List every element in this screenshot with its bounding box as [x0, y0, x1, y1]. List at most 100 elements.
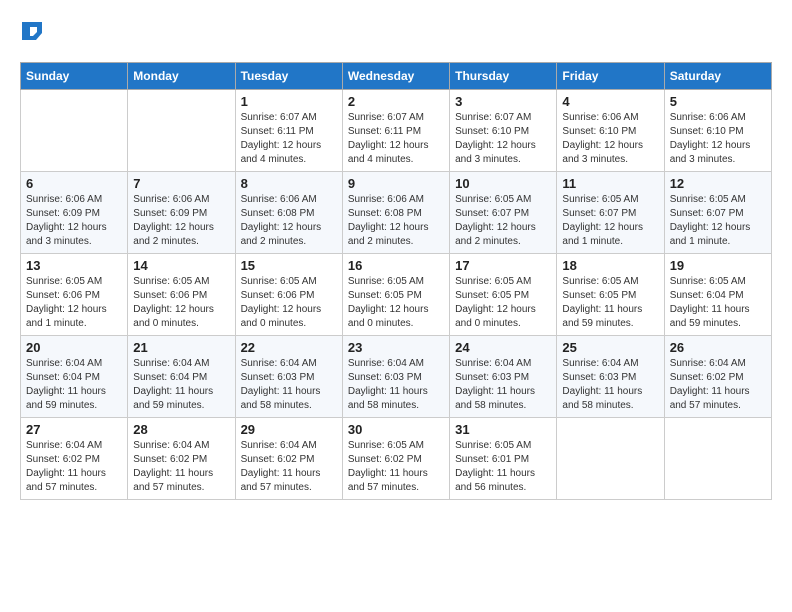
day-info: Sunrise: 6:06 AM Sunset: 6:10 PM Dayligh…	[562, 111, 658, 167]
day-number: 11	[562, 176, 658, 191]
day-number: 16	[348, 258, 444, 273]
day-number: 28	[133, 422, 229, 437]
day-info: Sunrise: 6:05 AM Sunset: 6:04 PM Dayligh…	[670, 275, 766, 331]
calendar-header-row: SundayMondayTuesdayWednesdayThursdayFrid…	[21, 63, 772, 90]
day-number: 19	[670, 258, 766, 273]
calendar-weekday-header: Monday	[128, 63, 235, 90]
day-info: Sunrise: 6:06 AM Sunset: 6:09 PM Dayligh…	[26, 193, 122, 249]
calendar-cell: 8Sunrise: 6:06 AM Sunset: 6:08 PM Daylig…	[235, 172, 342, 254]
day-number: 10	[455, 176, 551, 191]
calendar-cell: 1 Sunrise: 6:07 AM Sunset: 6:11 PM Daylig…	[235, 90, 342, 172]
day-info: Sunrise: 6:05 AM Sunset: 6:06 PM Dayligh…	[241, 275, 337, 331]
day-number: 13	[26, 258, 122, 273]
calendar-cell: 16 Sunrise: 6:05 AM Sunset: 6:05 PM Dayli…	[342, 254, 449, 336]
day-info: Sunrise: 6:05 AM Sunset: 6:06 PM Dayligh…	[26, 275, 122, 331]
calendar-week-row: 27 Sunrise: 6:04 AM Sunset: 6:02 PM Dayli…	[21, 418, 772, 500]
day-info: Sunrise: 6:04 AM Sunset: 6:02 PM Dayligh…	[133, 439, 229, 495]
day-info: Sunrise: 6:05 AM Sunset: 6:07 PM Dayligh…	[670, 193, 766, 249]
calendar-cell: 6 Sunrise: 6:06 AM Sunset: 6:09 PM Daylig…	[21, 172, 128, 254]
calendar-cell: 4 Sunrise: 6:06 AM Sunset: 6:10 PM Daylig…	[557, 90, 664, 172]
day-number: 3	[455, 94, 551, 109]
day-number: 26	[670, 340, 766, 355]
day-info: Sunrise: 6:04 AM Sunset: 6:03 PM Dayligh…	[241, 357, 337, 413]
calendar-cell: 24 Sunrise: 6:04 AM Sunset: 6:03 PM Dayli…	[450, 336, 557, 418]
day-number: 18	[562, 258, 658, 273]
calendar-cell: 19 Sunrise: 6:05 AM Sunset: 6:04 PM Dayli…	[664, 254, 771, 336]
day-number: 1	[241, 94, 337, 109]
day-number: 5	[670, 94, 766, 109]
day-info: Sunrise: 6:06 AM Sunset: 6:09 PM Dayligh…	[133, 193, 229, 249]
day-info: Sunrise: 6:04 AM Sunset: 6:03 PM Dayligh…	[348, 357, 444, 413]
day-info: Sunrise: 6:04 AM Sunset: 6:02 PM Dayligh…	[670, 357, 766, 413]
day-info: Sunrise: 6:07 AM Sunset: 6:10 PM Dayligh…	[455, 111, 551, 167]
day-number: 14	[133, 258, 229, 273]
calendar-cell: 29 Sunrise: 6:04 AM Sunset: 6:02 PM Dayli…	[235, 418, 342, 500]
day-info: Sunrise: 6:05 AM Sunset: 6:05 PM Dayligh…	[348, 275, 444, 331]
day-number: 25	[562, 340, 658, 355]
calendar-cell: 18 Sunrise: 6:05 AM Sunset: 6:05 PM Dayli…	[557, 254, 664, 336]
calendar-cell	[664, 418, 771, 500]
calendar-week-row: 13 Sunrise: 6:05 AM Sunset: 6:06 PM Dayli…	[21, 254, 772, 336]
day-info: Sunrise: 6:04 AM Sunset: 6:04 PM Dayligh…	[133, 357, 229, 413]
calendar-cell: 21 Sunrise: 6:04 AM Sunset: 6:04 PM Dayli…	[128, 336, 235, 418]
day-number: 29	[241, 422, 337, 437]
day-number: 17	[455, 258, 551, 273]
day-number: 6	[26, 176, 122, 191]
day-info: Sunrise: 6:06 AM Sunset: 6:08 PM Dayligh…	[348, 193, 444, 249]
calendar-cell: 17Sunrise: 6:05 AM Sunset: 6:05 PM Dayli…	[450, 254, 557, 336]
calendar-cell: 13 Sunrise: 6:05 AM Sunset: 6:06 PM Dayli…	[21, 254, 128, 336]
calendar-cell: 10 Sunrise: 6:05 AM Sunset: 6:07 PM Dayli…	[450, 172, 557, 254]
calendar-cell: 28 Sunrise: 6:04 AM Sunset: 6:02 PM Dayli…	[128, 418, 235, 500]
calendar-week-row: 6 Sunrise: 6:06 AM Sunset: 6:09 PM Daylig…	[21, 172, 772, 254]
calendar-cell: 31 Sunrise: 6:05 AM Sunset: 6:01 PM Dayli…	[450, 418, 557, 500]
calendar-weekday-header: Sunday	[21, 63, 128, 90]
day-number: 24	[455, 340, 551, 355]
calendar-cell: 3 Sunrise: 6:07 AM Sunset: 6:10 PM Daylig…	[450, 90, 557, 172]
day-number: 30	[348, 422, 444, 437]
calendar-cell: 30 Sunrise: 6:05 AM Sunset: 6:02 PM Dayli…	[342, 418, 449, 500]
day-info: Sunrise: 6:05 AM Sunset: 6:02 PM Dayligh…	[348, 439, 444, 495]
day-number: 9	[348, 176, 444, 191]
day-number: 15	[241, 258, 337, 273]
calendar-cell	[557, 418, 664, 500]
day-info: Sunrise: 6:07 AM Sunset: 6:11 PM Dayligh…	[241, 111, 337, 167]
calendar-weekday-header: Saturday	[664, 63, 771, 90]
calendar-cell: 22 Sunrise: 6:04 AM Sunset: 6:03 PM Dayli…	[235, 336, 342, 418]
calendar-cell	[128, 90, 235, 172]
day-info: Sunrise: 6:04 AM Sunset: 6:03 PM Dayligh…	[562, 357, 658, 413]
calendar-weekday-header: Wednesday	[342, 63, 449, 90]
day-number: 23	[348, 340, 444, 355]
day-number: 27	[26, 422, 122, 437]
calendar-table: SundayMondayTuesdayWednesdayThursdayFrid…	[20, 62, 772, 500]
day-number: 7	[133, 176, 229, 191]
calendar-cell: 5 Sunrise: 6:06 AM Sunset: 6:10 PM Daylig…	[664, 90, 771, 172]
calendar-cell: 15 Sunrise: 6:05 AM Sunset: 6:06 PM Dayli…	[235, 254, 342, 336]
page-header	[20, 20, 772, 46]
calendar-cell: 26 Sunrise: 6:04 AM Sunset: 6:02 PM Dayli…	[664, 336, 771, 418]
calendar-weekday-header: Thursday	[450, 63, 557, 90]
calendar-week-row: 20Sunrise: 6:04 AM Sunset: 6:04 PM Dayli…	[21, 336, 772, 418]
day-info: Sunrise: 6:05 AM Sunset: 6:07 PM Dayligh…	[455, 193, 551, 249]
calendar-cell: 7 Sunrise: 6:06 AM Sunset: 6:09 PM Daylig…	[128, 172, 235, 254]
calendar-cell: 2Sunrise: 6:07 AM Sunset: 6:11 PM Daylig…	[342, 90, 449, 172]
day-info: Sunrise: 6:04 AM Sunset: 6:03 PM Dayligh…	[455, 357, 551, 413]
day-number: 12	[670, 176, 766, 191]
day-info: Sunrise: 6:05 AM Sunset: 6:05 PM Dayligh…	[562, 275, 658, 331]
day-number: 31	[455, 422, 551, 437]
calendar-week-row: 1 Sunrise: 6:07 AM Sunset: 6:11 PM Daylig…	[21, 90, 772, 172]
day-info: Sunrise: 6:04 AM Sunset: 6:04 PM Dayligh…	[26, 357, 122, 413]
day-info: Sunrise: 6:04 AM Sunset: 6:02 PM Dayligh…	[26, 439, 122, 495]
calendar-cell: 23 Sunrise: 6:04 AM Sunset: 6:03 PM Dayli…	[342, 336, 449, 418]
day-number: 21	[133, 340, 229, 355]
logo	[20, 20, 42, 46]
calendar-cell: 9 Sunrise: 6:06 AM Sunset: 6:08 PM Daylig…	[342, 172, 449, 254]
day-number: 4	[562, 94, 658, 109]
day-number: 22	[241, 340, 337, 355]
day-info: Sunrise: 6:06 AM Sunset: 6:10 PM Dayligh…	[670, 111, 766, 167]
day-info: Sunrise: 6:05 AM Sunset: 6:07 PM Dayligh…	[562, 193, 658, 249]
day-info: Sunrise: 6:05 AM Sunset: 6:01 PM Dayligh…	[455, 439, 551, 495]
logo-arrow-icon	[22, 20, 42, 46]
calendar-cell	[21, 90, 128, 172]
calendar-cell: 20Sunrise: 6:04 AM Sunset: 6:04 PM Dayli…	[21, 336, 128, 418]
day-info: Sunrise: 6:04 AM Sunset: 6:02 PM Dayligh…	[241, 439, 337, 495]
